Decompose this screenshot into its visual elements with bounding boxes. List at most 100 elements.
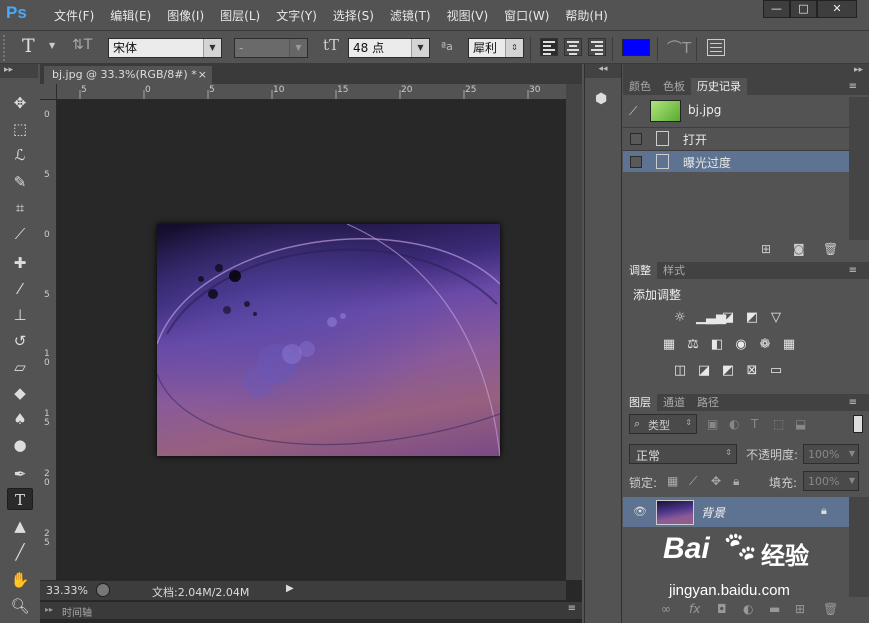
align-center-button[interactable] <box>564 38 582 56</box>
type-tool-preset-icon[interactable]: T <box>22 35 35 57</box>
gradient-map-icon[interactable]: ⊠ <box>744 364 760 378</box>
3d-panel-icon[interactable]: ⬢ <box>595 91 607 107</box>
crop-tool-icon[interactable]: ⌗ <box>7 197 33 219</box>
menu-image[interactable]: 图像(I) <box>159 7 212 24</box>
eraser-tool-icon[interactable]: ▱ <box>7 356 33 378</box>
pen-tool-icon[interactable]: ✒ <box>7 463 33 485</box>
move-tool-icon[interactable]: ✥ <box>7 92 33 114</box>
font-style-select[interactable]: - ▼ <box>234 38 308 58</box>
history-item-checkbox[interactable] <box>630 133 642 145</box>
tab-swatches[interactable]: 色板 <box>657 78 691 95</box>
channel-mixer-icon[interactable]: ❁ <box>757 338 773 352</box>
zoom-level[interactable]: 33.33% <box>46 584 88 597</box>
lock-all-icon[interactable]: 🔒︎ <box>733 474 739 489</box>
minimize-button[interactable]: — <box>763 0 790 18</box>
blur-tool-icon[interactable]: ♠ <box>7 408 33 430</box>
tab-channels[interactable]: 通道 <box>657 394 691 411</box>
type-tool-icon[interactable]: T <box>7 488 33 510</box>
tools-collapse-icon[interactable]: ▸▸ <box>0 64 38 78</box>
new-document-from-state-icon[interactable]: ⊞ <box>761 242 771 256</box>
lock-position-icon[interactable]: ✥ <box>711 474 721 488</box>
layer-row[interactable]: 👁︎ 背景 🔒︎ <box>623 497 849 527</box>
threshold-icon[interactable]: ◩ <box>720 364 736 378</box>
timeline-grip-icon[interactable]: ▸▸ <box>45 605 53 614</box>
eye-icon[interactable]: 👁︎ <box>633 505 647 518</box>
camera-icon[interactable]: ◙ <box>793 242 805 256</box>
warp-text-icon[interactable]: ⌒T <box>667 37 691 58</box>
text-color-swatch[interactable] <box>622 39 650 56</box>
vibrance-icon[interactable]: ▽ <box>768 311 784 325</box>
close-window-button[interactable]: ✕ <box>817 0 857 18</box>
hue-saturation-icon[interactable]: ▦ <box>661 338 677 352</box>
photo-filter-icon[interactable]: ◉ <box>733 338 749 352</box>
posterize-icon[interactable]: ◪ <box>696 364 712 378</box>
panel-menu-icon[interactable]: ≡ <box>843 394 863 411</box>
menu-type[interactable]: 文字(Y) <box>268 7 325 24</box>
menu-edit[interactable]: 编辑(E) <box>102 7 159 24</box>
history-item[interactable]: 曝光过度 <box>623 150 849 172</box>
panel-menu-icon[interactable]: ≡ <box>843 262 863 279</box>
document-image[interactable] <box>157 224 500 456</box>
tab-paths[interactable]: 路径 <box>691 394 725 411</box>
menu-view[interactable]: 视图(V) <box>439 7 497 24</box>
align-left-button[interactable] <box>540 38 558 56</box>
menu-window[interactable]: 窗口(W) <box>496 7 557 24</box>
invert-icon[interactable]: ◫ <box>672 364 688 378</box>
path-selection-tool-icon[interactable]: ▲ <box>7 515 33 537</box>
menu-select[interactable]: 选择(S) <box>325 7 382 24</box>
color-lookup-icon[interactable]: ▦ <box>781 338 797 352</box>
panel-menu-icon[interactable]: ≡ <box>843 78 863 95</box>
status-info-icon[interactable] <box>96 583 110 597</box>
tab-history[interactable]: 历史记录 <box>691 78 747 95</box>
color-balance-icon[interactable]: ⚖ <box>685 338 701 352</box>
levels-icon[interactable]: ▁▃▅ <box>696 311 726 325</box>
line-tool-icon[interactable]: ╱ <box>7 541 33 563</box>
menu-filter[interactable]: 滤镜(T) <box>382 7 439 24</box>
filter-shape-icon[interactable]: ⬚ <box>773 417 784 431</box>
paint-bucket-tool-icon[interactable]: ◆ <box>7 382 33 404</box>
timeline-tab[interactable]: 时间轴 <box>62 604 92 619</box>
hand-tool-icon[interactable]: ✋ <box>7 569 33 591</box>
tab-color[interactable]: 颜色 <box>623 78 657 95</box>
vertical-scrollbar[interactable] <box>566 84 582 580</box>
black-white-icon[interactable]: ◧ <box>709 338 725 352</box>
tab-styles[interactable]: 样式 <box>657 262 691 279</box>
align-right-button[interactable] <box>588 38 606 56</box>
fill-input[interactable]: 100% ▼ <box>803 471 859 491</box>
brush-tool-icon[interactable]: ⁄ <box>7 278 33 300</box>
filter-adjustment-icon[interactable]: ◐ <box>729 417 739 431</box>
ruler-origin[interactable] <box>40 84 57 100</box>
zoom-tool-icon[interactable]: 🔍︎ <box>7 595 33 617</box>
canvas-area[interactable] <box>57 101 566 581</box>
dock-collapse-bar[interactable]: ▸▸ <box>623 64 869 78</box>
history-item[interactable]: 打开 <box>623 127 849 149</box>
opacity-input[interactable]: 100% ▼ <box>803 444 859 464</box>
font-family-select[interactable]: 宋体 ▼ <box>108 38 222 58</box>
filter-smart-object-icon[interactable]: ⬓ <box>795 417 806 431</box>
history-scrollbar[interactable] <box>849 97 869 240</box>
character-panel-icon[interactable] <box>707 39 725 56</box>
filter-type-icon[interactable]: T <box>751 417 758 431</box>
brightness-icon[interactable]: ☼ <box>672 311 688 325</box>
lock-transparency-icon[interactable]: ▦ <box>667 474 678 488</box>
chevron-down-icon[interactable]: ▼ <box>49 41 55 50</box>
filter-toggle-switch[interactable] <box>853 415 863 433</box>
marquee-tool-icon[interactable]: ⬚ <box>7 118 33 140</box>
restore-button[interactable]: □ <box>790 0 817 18</box>
text-orientation-icon[interactable]: ⇅T <box>72 37 92 53</box>
menu-file[interactable]: 文件(F) <box>46 7 102 24</box>
font-size-select[interactable]: 48 点 ▼ <box>348 38 430 58</box>
lock-pixels-icon[interactable]: ⟋ <box>689 474 697 489</box>
trash-icon[interactable]: 🗑︎ <box>823 242 838 256</box>
curves-icon[interactable]: ◪ <box>720 311 736 325</box>
panel-menu-icon[interactable]: ≡ <box>568 603 576 614</box>
layer-filter-select[interactable]: ⌕ 类型 ⇕ <box>629 414 697 434</box>
clone-stamp-tool-icon[interactable]: ⊥ <box>7 304 33 326</box>
eyedropper-tool-icon[interactable]: ⟋ <box>7 223 33 245</box>
horizontal-ruler[interactable]: 5 0 5 10 15 20 25 30 <box>57 84 566 100</box>
menu-help[interactable]: 帮助(H) <box>557 7 615 24</box>
tab-adjustments[interactable]: 调整 <box>623 262 657 279</box>
anti-alias-select[interactable]: 犀利 ⇕ <box>468 38 524 58</box>
menu-layer[interactable]: 图层(L) <box>212 7 268 24</box>
exposure-icon[interactable]: ◩ <box>744 311 760 325</box>
